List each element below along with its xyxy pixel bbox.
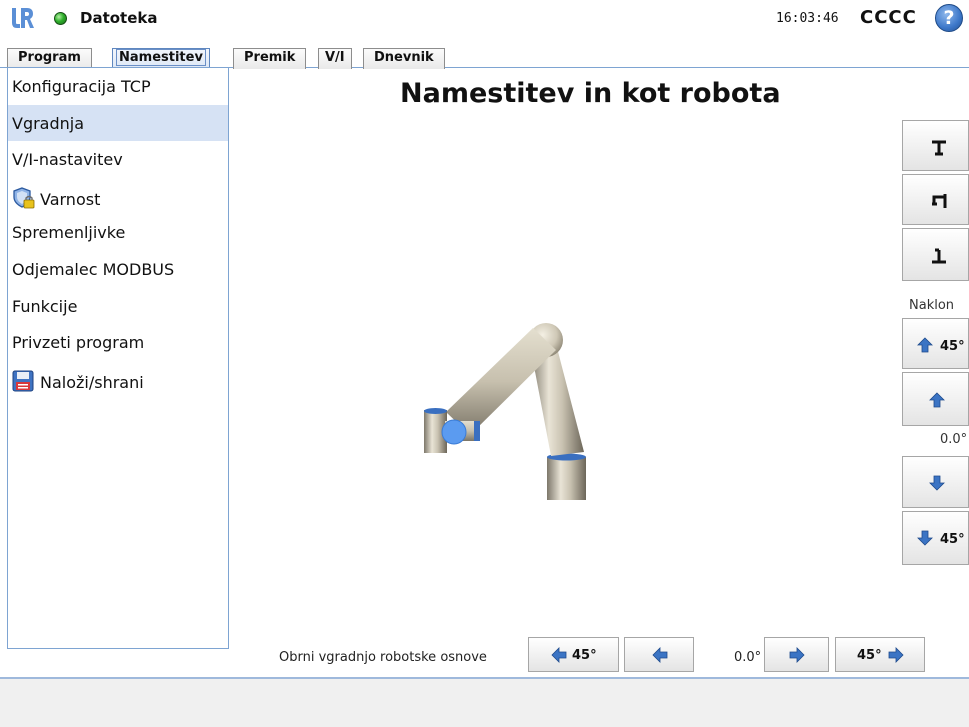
sidebar-item-variables[interactable]: Spremenljivke	[8, 214, 228, 251]
sidebar-item-mounting[interactable]: Vgradnja	[8, 104, 228, 142]
tilt-value: 0.0°	[940, 432, 968, 447]
sidebar-item-tcp-configuration[interactable]: Konfiguracija TCP	[8, 68, 228, 105]
rotate-value: 0.0°	[734, 650, 762, 665]
sidebar-item-label: V/I-nastavitev	[12, 150, 123, 170]
tilt-up-button[interactable]	[902, 372, 969, 426]
page-title: Namestitev in kot robota	[400, 78, 781, 109]
tab-bar: Program Namestitev Premik V/I Dnevnik	[0, 44, 969, 70]
ur-logo-icon	[8, 5, 34, 31]
help-icon[interactable]: ?	[935, 4, 963, 32]
rotate-left-45-button[interactable]: 45°	[528, 637, 619, 672]
top-bar: Datoteka 16:03:46 CCCC ?	[0, 0, 969, 36]
arrow-down-icon	[929, 475, 945, 491]
mount-ceiling-button[interactable]	[902, 228, 969, 281]
shield-lock-icon	[12, 187, 36, 209]
rotate-right-45-button[interactable]: 45°	[835, 637, 925, 672]
sidebar-item-default-program[interactable]: Privzeti program	[8, 324, 228, 361]
sidebar-item-label: Vgradnja	[12, 113, 85, 133]
sidebar-item-io-setup[interactable]: V/I-nastavitev	[8, 141, 228, 178]
rotate-right-button[interactable]	[764, 637, 829, 672]
tilt-down-45-button[interactable]: 45°	[902, 511, 969, 565]
arrow-right-icon	[789, 647, 805, 663]
tab-label: Namestitev	[116, 49, 206, 66]
mount-floor-icon	[932, 140, 946, 156]
tab-move[interactable]: Premik	[233, 48, 307, 69]
robot-status-led-icon	[54, 12, 67, 25]
tilt-down-45-label: 45°	[940, 532, 965, 547]
tab-label: Program	[18, 50, 81, 65]
sidebar-item-label: Odjemalec MODBUS	[12, 259, 175, 279]
sidebar-item-modbus-client[interactable]: Odjemalec MODBUS	[8, 251, 228, 288]
robot-3d-view[interactable]	[300, 300, 630, 520]
arrow-up-icon	[917, 337, 933, 353]
tab-label: V/I	[325, 50, 345, 65]
arrow-left-icon	[652, 647, 668, 663]
sidebar-item-load-save[interactable]: Naloži/shrani	[8, 361, 228, 398]
sidebar-item-label: Naloži/shrani	[40, 372, 144, 392]
tilt-label: Naklon	[909, 298, 955, 313]
clock: 16:03:46	[776, 11, 839, 26]
arrow-left-icon	[551, 647, 567, 663]
robot-name: CCCC	[860, 7, 917, 28]
mount-floor-button[interactable]	[902, 120, 969, 171]
rotate-right-45-label: 45°	[857, 648, 882, 663]
tab-label: Premik	[244, 50, 296, 65]
tilt-up-45-label: 45°	[940, 339, 965, 354]
tab-io[interactable]: V/I	[318, 48, 352, 69]
footer-bar	[0, 679, 969, 727]
tab-label: Dnevnik	[374, 50, 434, 65]
mount-ceiling-icon	[932, 248, 946, 264]
rotate-left-button[interactable]	[624, 637, 694, 672]
sidebar-item-label: Konfiguracija TCP	[12, 77, 151, 96]
sidebar-item-label: Privzeti program	[12, 333, 145, 353]
sidebar-item-safety[interactable]: Varnost	[8, 178, 228, 215]
sidebar-item-features[interactable]: Funkcije	[8, 288, 228, 325]
mount-wall-button[interactable]	[902, 174, 969, 225]
rotate-base-label: Obrni vgradnjo robotske osnove	[279, 650, 487, 665]
tab-log[interactable]: Dnevnik	[363, 48, 445, 69]
tilt-down-button[interactable]	[902, 456, 969, 508]
sidebar-item-label: Spremenljivke	[12, 223, 126, 243]
floppy-disk-icon	[12, 370, 36, 392]
sidebar-item-label: Funkcije	[12, 296, 78, 316]
rotate-left-45-label: 45°	[572, 648, 597, 663]
sidebar-item-label: Varnost	[40, 189, 101, 209]
arrow-right-icon	[888, 647, 904, 663]
tab-program[interactable]: Program	[7, 48, 92, 69]
installation-sidebar: Konfiguracija TCP Vgradnja V/I-nastavite…	[7, 67, 229, 649]
tilt-up-45-button[interactable]: 45°	[902, 318, 969, 369]
arrow-down-icon	[917, 530, 933, 546]
mount-wall-icon	[932, 194, 947, 208]
arrow-up-icon	[929, 392, 945, 408]
file-menu[interactable]: Datoteka	[80, 9, 158, 27]
